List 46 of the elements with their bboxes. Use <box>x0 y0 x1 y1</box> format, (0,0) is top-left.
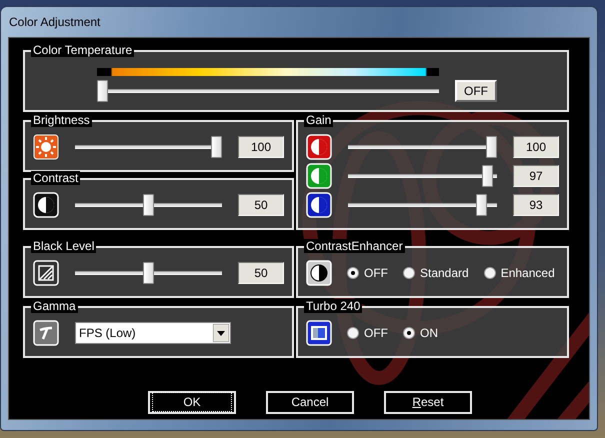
slider-track[interactable] <box>348 165 497 187</box>
contrast-icon <box>306 260 332 286</box>
dialog-button[interactable]: OK <box>148 391 236 414</box>
sun-icon <box>33 134 59 160</box>
slider-track[interactable] <box>348 194 497 216</box>
diagonal-icon <box>33 260 59 286</box>
slider-track[interactable] <box>75 194 222 216</box>
dropdown-arrow-icon[interactable] <box>213 324 229 342</box>
panel-title: Color Temperature <box>31 43 134 57</box>
slider-track[interactable] <box>75 262 222 284</box>
radio-option[interactable]: OFF <box>347 264 388 282</box>
slider-thumb[interactable] <box>476 194 488 216</box>
dropdown[interactable]: FPS (Low) <box>75 322 231 344</box>
radio-option[interactable]: OFF <box>347 324 388 342</box>
slider-track[interactable] <box>97 80 439 102</box>
slider-thumb[interactable] <box>143 262 154 284</box>
slider-track[interactable] <box>75 136 222 158</box>
panel-title: Gain <box>304 113 334 127</box>
panel-title: ContrastEnhancer <box>304 239 405 253</box>
radio-option[interactable]: ON <box>403 324 438 342</box>
panel-title: Turbo 240 <box>304 299 362 313</box>
slider-thumb[interactable] <box>97 80 108 102</box>
value-display: 97 <box>513 165 559 187</box>
radio-option[interactable]: Standard <box>403 264 469 282</box>
panel-title: Black Level <box>31 239 96 253</box>
panel-title: Gamma <box>31 299 78 313</box>
value-display: 93 <box>513 194 559 216</box>
slider-thumb[interactable] <box>482 165 493 187</box>
value-display: 50 <box>238 194 284 216</box>
window-title: Color Adjustment <box>8 14 102 31</box>
dialog-button[interactable]: Cancel <box>266 391 354 414</box>
slider-track[interactable] <box>348 136 497 158</box>
slider-thumb[interactable] <box>486 136 497 158</box>
slider-thumb[interactable] <box>211 136 222 158</box>
contrast-icon <box>33 192 59 218</box>
slider-thumb[interactable] <box>143 194 154 216</box>
panel-title: Contrast <box>31 171 80 185</box>
dialog-button[interactable]: Reset <box>384 391 472 414</box>
value-display: 50 <box>238 262 284 284</box>
value-display: 100 <box>513 136 559 158</box>
panel-title: Brightness <box>31 113 92 127</box>
value-display: 100 <box>238 136 284 158</box>
toggle-button[interactable]: OFF <box>455 80 497 102</box>
screen-icon <box>306 320 332 346</box>
radio-option[interactable]: Enhanced <box>484 264 555 282</box>
curve-icon <box>33 320 59 346</box>
